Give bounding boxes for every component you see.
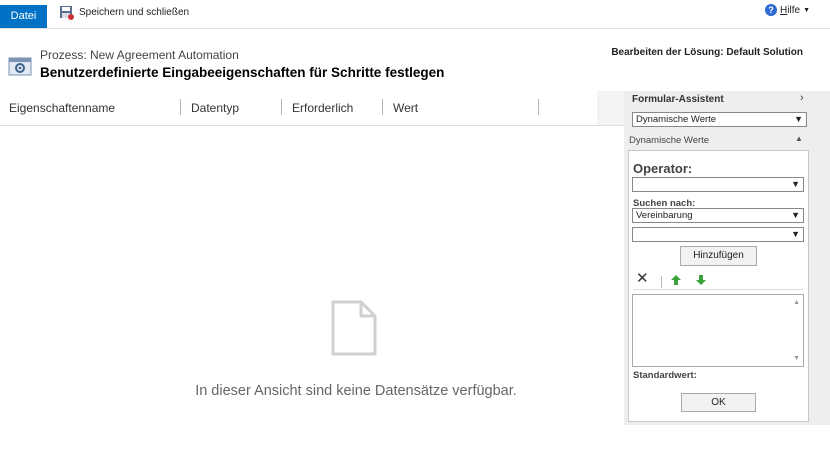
solution-label: Bearbeiten der Lösung: Default Solution (611, 47, 803, 58)
value-list-toolbar (633, 271, 803, 290)
default-value-label: Standardwert: (633, 370, 697, 381)
assistant-mode-value: Dynamische Werte (636, 114, 717, 125)
operator-select[interactable]: ▼ (632, 177, 804, 192)
field-select[interactable]: ▼ (632, 227, 804, 242)
save-close-label: Speichern und schließen (79, 6, 190, 18)
help-label: ilfe (787, 4, 801, 16)
form-assistant-title: Formular-Assistent (632, 94, 724, 105)
search-entity-select[interactable]: Vereinbarung ▼ (632, 208, 804, 223)
chevron-down-icon: ▼ (791, 210, 800, 220)
column-divider (538, 99, 539, 115)
column-header-property-name[interactable]: Eigenschaftenname (9, 101, 115, 115)
empty-document-icon (331, 300, 377, 356)
operator-label: Operator: (633, 161, 693, 176)
save-close-button[interactable]: Speichern und schließen (59, 3, 189, 21)
grid-header-scroll-area (597, 91, 624, 125)
column-divider (281, 99, 282, 115)
page-title: Benutzerdefinierte Eingabeeigenschaften … (40, 65, 445, 80)
search-entity-value: Vereinbarung (636, 210, 693, 221)
dynamic-values-list[interactable]: ▲ ▼ (632, 294, 804, 367)
process-gear-icon (8, 57, 32, 76)
add-button[interactable]: Hinzufügen (680, 246, 757, 266)
dynamic-values-section-label: Dynamische Werte (629, 135, 710, 146)
toolbar-divider (661, 276, 662, 288)
column-header-required[interactable]: Erforderlich (292, 101, 353, 115)
chevron-down-icon: ▼ (803, 6, 810, 14)
file-tab[interactable]: Datei (0, 5, 47, 28)
help-menu[interactable]: ? Hilfe ▼ (765, 4, 810, 16)
close-x-icon[interactable]: ✕ (636, 271, 649, 287)
move-up-arrow-icon[interactable] (670, 274, 682, 286)
scroll-up-icon[interactable]: ▲ (793, 299, 800, 306)
chevron-down-icon: ▼ (791, 179, 800, 189)
column-header-value[interactable]: Wert (393, 101, 418, 115)
help-icon: ? (765, 4, 778, 16)
column-divider (180, 99, 181, 115)
column-header-data-type[interactable]: Datentyp (191, 101, 239, 115)
chevron-down-icon: ▼ (794, 114, 803, 124)
collapse-up-icon[interactable]: ▲ (795, 134, 803, 143)
process-name: Prozess: New Agreement Automation (40, 48, 239, 62)
chevron-down-icon: ▼ (791, 229, 800, 239)
collapse-chevron-icon[interactable]: › (800, 92, 804, 104)
sidebar-footer (624, 425, 830, 456)
move-down-arrow-icon[interactable] (695, 274, 707, 286)
column-divider (382, 99, 383, 115)
ok-button[interactable]: OK (681, 393, 756, 412)
empty-state-message: In dieser Ansicht sind keine Datensätze … (195, 383, 517, 399)
grid-header: Eigenschaftenname Datentyp Erforderlich … (0, 91, 624, 126)
scroll-down-icon[interactable]: ▼ (793, 355, 800, 362)
assistant-mode-select[interactable]: Dynamische Werte ▼ (632, 112, 807, 127)
save-close-icon (60, 5, 74, 20)
help-hotkey: H (780, 4, 788, 16)
